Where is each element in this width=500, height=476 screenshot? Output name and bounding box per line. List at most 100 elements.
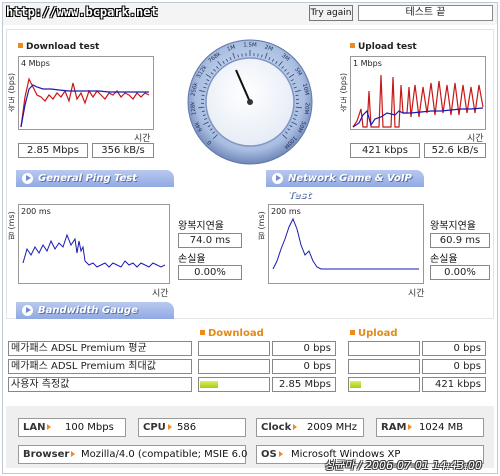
download-chart-svg xyxy=(20,77,150,128)
upload-value: 421 kbps xyxy=(422,377,486,392)
download-value: 2.85 Mbps xyxy=(272,377,336,392)
tab-network-game[interactable]: Network Game & VoIP Test xyxy=(266,170,424,201)
triangle-right-icon xyxy=(293,424,298,430)
clock-key-text: Clock xyxy=(261,422,292,433)
triangle-right-icon xyxy=(278,451,283,457)
bandwidth-download-header-text: Download xyxy=(208,328,264,339)
lan-key: LAN xyxy=(23,419,52,436)
browser-key-text: Browser xyxy=(23,449,70,460)
upload-bar xyxy=(348,377,420,392)
download-bar xyxy=(198,359,270,374)
bandwidth-row-label: 메가패스 ADSL Premium 최대값 xyxy=(8,359,192,374)
triangle-right-icon xyxy=(408,424,413,430)
ram-key-text: RAM xyxy=(381,422,407,433)
os-key: OS xyxy=(261,446,283,463)
triangle-right-icon xyxy=(71,451,76,457)
download-mbps-value: 2.85 Mbps xyxy=(18,143,88,158)
triangle-right-icon xyxy=(167,424,172,430)
gauge-tick xyxy=(241,53,243,57)
browser-key: Browser xyxy=(23,446,76,463)
ping-general-latency-value: 74.0 ms xyxy=(178,233,242,248)
bandwidth-upload-header-text: Upload xyxy=(358,328,398,339)
site-watermark: http://www.bcpark.net xyxy=(6,5,158,19)
ram-key: RAM xyxy=(381,419,413,436)
upload-value: 0 bps xyxy=(422,359,486,374)
status-text: 테스트 끝 xyxy=(358,5,493,21)
gauge-hub xyxy=(247,99,253,105)
clock-value: 2009 MHz xyxy=(307,422,358,433)
bandwidth-row-label: 메가패스 ADSL Premium 평균 xyxy=(8,341,192,356)
ping-game-svg xyxy=(272,217,419,270)
lan-key-text: LAN xyxy=(23,422,46,433)
cpu-info: CPU 586 xyxy=(138,418,246,437)
upload-value: 0 bps xyxy=(422,341,486,356)
lan-info: LAN 100 Mbps xyxy=(18,418,126,437)
upload-chart: 1 Mbps xyxy=(350,56,486,130)
download-kbs-value: 356 kB/s xyxy=(92,143,154,158)
ping-game-loss-value: 0.00% xyxy=(430,265,490,280)
orange-square-icon xyxy=(350,330,355,335)
ping-general-xlabel: 시간 xyxy=(152,289,169,299)
speedometer-gauge: 064k128k256k512k768k1M 1.5M 2M3M5M10M20M50… xyxy=(187,39,313,165)
clock-key: Clock xyxy=(261,419,298,436)
orange-square-icon xyxy=(200,330,205,335)
upload-title-text: Upload test xyxy=(358,42,417,52)
tab-general-ping[interactable]: General Ping Test xyxy=(16,170,174,187)
browser-value: Mozilla/4.0 (compatible; MSIE 6.0 xyxy=(81,449,248,460)
ping-game-chart: 200 ms xyxy=(268,204,424,284)
orange-square-icon xyxy=(18,43,23,48)
upload-red-series xyxy=(352,74,484,128)
bandwidth-row-label: 사용자 측정값 xyxy=(8,377,192,392)
upload-bar xyxy=(348,359,420,374)
gauge-scale-label: 1.5M xyxy=(243,43,257,49)
tab-general-ping-label: General Ping Test xyxy=(38,173,138,184)
upload-test-title: Upload test xyxy=(350,42,417,52)
upload-kbs-value: 52.6 kB/s xyxy=(424,143,486,158)
arrow-right-icon xyxy=(272,173,283,184)
ping-general-chart: 200 ms xyxy=(18,204,170,284)
upload-ylabel: 속도 (bps) xyxy=(339,72,348,112)
try-again-button[interactable]: Try again xyxy=(309,5,353,21)
clock-info: Clock 2009 MHz xyxy=(256,418,364,437)
ram-info: RAM 1024 MB xyxy=(376,418,484,437)
bandwidth-upload-header: Upload xyxy=(350,328,397,339)
arrow-right-icon xyxy=(22,173,33,184)
ping-game-ylabel: 핑 (ms) xyxy=(257,211,266,240)
download-red-series xyxy=(20,77,150,128)
arrow-right-icon xyxy=(22,305,33,316)
ping-game-latency-value: 60.9 ms xyxy=(430,233,490,248)
triangle-right-icon xyxy=(47,424,52,430)
download-chart: 4 Mbps xyxy=(18,56,154,130)
ping-game-series xyxy=(272,217,419,270)
bandwidth-download-header: Download xyxy=(200,328,264,339)
download-test-title: Download test xyxy=(18,42,99,52)
ping-game-loss-label: 손실율 xyxy=(430,254,458,265)
footer-watermark: 성균마 / 2006-07-01 14:43:00 xyxy=(324,459,482,472)
download-title-text: Download test xyxy=(26,42,100,52)
ping-general-svg xyxy=(22,233,166,268)
gauge-tick xyxy=(257,53,259,57)
download-value: 0 bps xyxy=(272,341,336,356)
download-ylabel: 속도 (bps) xyxy=(7,72,16,112)
ping-game-latency-label: 왕복지연율 xyxy=(430,221,476,232)
ping-general-latency-label: 왕복지연율 xyxy=(178,221,224,232)
cpu-value: 586 xyxy=(177,422,197,433)
ping-general-ylabel: 핑 (ms) xyxy=(7,211,16,240)
upload-chart-svg xyxy=(352,74,484,128)
download-bar-fill xyxy=(200,381,219,388)
os-key-text: OS xyxy=(261,449,277,460)
ping-general-loss-label: 손실율 xyxy=(178,254,206,265)
upload-kbps-value: 421 kbps xyxy=(350,143,420,158)
download-bar xyxy=(198,341,270,356)
cpu-key: CPU xyxy=(143,419,172,436)
ping-general-loss-value: 0.00% xyxy=(178,265,242,280)
ping-general-series xyxy=(22,233,166,268)
upload-bar-fill xyxy=(350,381,362,388)
browser-info: Browser Mozilla/4.0 (compatible; MSIE 6.… xyxy=(18,445,248,464)
ping-game-xlabel: 시간 xyxy=(408,289,425,299)
tab-bandwidth-label: Bandwidth Gauge xyxy=(38,305,138,316)
tab-bandwidth-gauge[interactable]: Bandwidth Gauge xyxy=(16,302,174,319)
orange-square-icon xyxy=(350,43,355,48)
upload-bar xyxy=(348,341,420,356)
cpu-key-text: CPU xyxy=(143,422,166,433)
